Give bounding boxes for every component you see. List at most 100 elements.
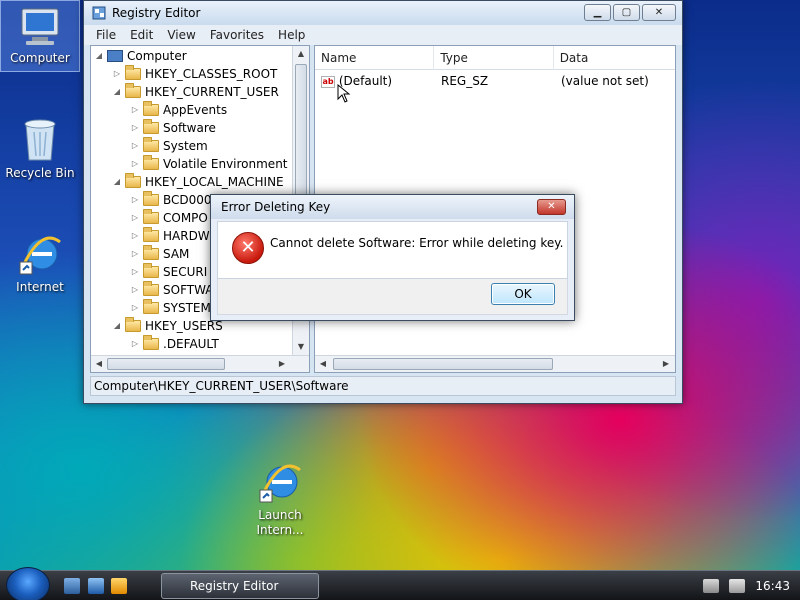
list-header: Name Type Data bbox=[315, 46, 675, 70]
expand-arrow-icon[interactable]: ▷ bbox=[129, 245, 141, 263]
expand-arrow-icon[interactable]: ◢ bbox=[111, 317, 123, 335]
internet-explorer-icon bbox=[259, 464, 301, 503]
scroll-thumb[interactable] bbox=[333, 358, 553, 370]
tree-item[interactable]: ▷ Software bbox=[129, 119, 216, 137]
expand-arrow-icon[interactable]: ▷ bbox=[129, 281, 141, 299]
scroll-thumb[interactable] bbox=[107, 358, 225, 370]
taskbar-item-registry-editor[interactable]: Registry Editor bbox=[161, 573, 319, 599]
clock[interactable]: 16:43 bbox=[755, 579, 790, 593]
scroll-right-arrow-icon[interactable]: ▶ bbox=[275, 357, 289, 371]
tree-item-label: Volatile Environment bbox=[163, 157, 288, 171]
computer-icon bbox=[107, 50, 123, 62]
tree-item[interactable]: ▷ SECURI bbox=[129, 263, 207, 281]
tree-item[interactable]: ▷ System bbox=[129, 137, 208, 155]
window-title: Registry Editor bbox=[112, 6, 201, 20]
tree-item[interactable]: ▷ HKEY_CLASSES_ROOT bbox=[111, 65, 277, 83]
tree-item[interactable]: ▷ .DEFAULT bbox=[129, 335, 219, 353]
window-titlebar[interactable]: Registry Editor ▁ ▢ ✕ bbox=[84, 1, 682, 25]
desktop-icon-label: Recycle Bin bbox=[5, 166, 75, 180]
expand-arrow-icon[interactable]: ▷ bbox=[129, 137, 141, 155]
tree-item-label: COMPO bbox=[163, 211, 208, 225]
menu-edit[interactable]: Edit bbox=[124, 28, 161, 42]
desktop-icon-label: Computer bbox=[10, 51, 70, 65]
expand-arrow-icon[interactable]: ◢ bbox=[111, 83, 123, 101]
column-type[interactable]: Type bbox=[434, 46, 554, 70]
tree-item[interactable]: ▷ BCD0000 bbox=[129, 191, 219, 209]
column-data[interactable]: Data bbox=[554, 46, 675, 70]
tree-horizontal-scrollbar[interactable]: ◀ ▶ bbox=[91, 355, 309, 372]
desktop-icon-launch-internet[interactable]: Launch Intern... bbox=[240, 460, 320, 538]
start-button[interactable] bbox=[6, 567, 50, 600]
expand-arrow-icon[interactable]: ▷ bbox=[129, 119, 141, 137]
folder-icon bbox=[143, 245, 159, 260]
dialog-message: Cannot delete Software: Error while dele… bbox=[270, 236, 564, 250]
expand-arrow-icon[interactable]: ▷ bbox=[129, 263, 141, 281]
scroll-right-arrow-icon[interactable]: ▶ bbox=[659, 357, 673, 371]
tree-item[interactable]: ◢ HKEY_CURRENT_USER bbox=[111, 83, 279, 101]
scroll-left-arrow-icon[interactable]: ◀ bbox=[92, 357, 106, 371]
folder-icon bbox=[143, 281, 159, 296]
expand-arrow-icon[interactable]: ◢ bbox=[93, 47, 105, 65]
maximize-button[interactable]: ▢ bbox=[613, 4, 640, 21]
scroll-up-arrow-icon[interactable]: ▲ bbox=[294, 47, 308, 61]
volume-muted-icon[interactable] bbox=[729, 579, 746, 593]
tree-item-label: HKEY_LOCAL_MACHINE bbox=[145, 175, 284, 189]
list-horizontal-scrollbar[interactable]: ◀ ▶ bbox=[315, 355, 675, 372]
expand-arrow-icon[interactable]: ▷ bbox=[129, 227, 141, 245]
tree-item[interactable]: ▷ SOFTWA bbox=[129, 281, 214, 299]
tree-item-label: HKEY_CURRENT_USER bbox=[145, 85, 279, 99]
folder-icon bbox=[143, 299, 159, 314]
expand-arrow-icon[interactable]: ▷ bbox=[129, 101, 141, 119]
tree-item[interactable]: ◢ Computer bbox=[93, 47, 187, 65]
expand-arrow-icon[interactable]: ▷ bbox=[129, 209, 141, 227]
menu-file[interactable]: File bbox=[90, 28, 124, 42]
tree-item[interactable]: ◢ HKEY_USERS bbox=[111, 317, 223, 335]
expand-arrow-icon[interactable]: ▷ bbox=[129, 335, 141, 353]
tree-item[interactable]: ▷ AppEvents bbox=[129, 101, 227, 119]
tree-item[interactable]: ▷ SAM bbox=[129, 245, 189, 263]
status-bar: Computer\HKEY_CURRENT_USER\Software bbox=[90, 376, 676, 396]
expand-arrow-icon[interactable]: ▷ bbox=[129, 191, 141, 209]
tree-item[interactable]: ▷ COMPO bbox=[129, 209, 208, 227]
column-name[interactable]: Name bbox=[315, 46, 435, 70]
expand-arrow-icon[interactable]: ▷ bbox=[111, 65, 123, 83]
string-value-icon: ab bbox=[321, 75, 335, 88]
mouse-cursor-icon bbox=[337, 84, 351, 103]
expand-arrow-icon[interactable]: ▷ bbox=[129, 155, 141, 173]
tree-item[interactable]: ▷ HARDW bbox=[129, 227, 210, 245]
list-item[interactable]: ab (Default) REG_SZ (value not set) bbox=[315, 72, 675, 90]
menu-view[interactable]: View bbox=[161, 28, 203, 42]
close-button[interactable]: ✕ bbox=[642, 4, 676, 21]
switch-windows-icon[interactable] bbox=[88, 578, 104, 594]
internet-explorer-icon bbox=[19, 236, 61, 275]
folder-icon bbox=[143, 101, 159, 116]
ok-button[interactable]: OK bbox=[491, 283, 555, 305]
tree-item-label: SECURI bbox=[163, 265, 208, 279]
expand-arrow-icon[interactable]: ▷ bbox=[129, 299, 141, 317]
value-type: REG_SZ bbox=[441, 74, 489, 88]
menu-favorites[interactable]: Favorites bbox=[204, 28, 272, 42]
show-desktop-icon[interactable] bbox=[64, 578, 80, 594]
dialog-title[interactable]: Error Deleting Key bbox=[211, 195, 574, 219]
desktop-icon-computer[interactable]: Computer bbox=[0, 0, 80, 72]
desktop-icon-internet[interactable]: Internet bbox=[0, 232, 80, 295]
dialog-close-button[interactable]: ✕ bbox=[537, 199, 566, 215]
scroll-down-arrow-icon[interactable]: ▼ bbox=[294, 340, 308, 354]
menu-bar: File Edit View Favorites Help bbox=[84, 25, 682, 45]
network-icon[interactable] bbox=[703, 579, 720, 593]
tree-item[interactable]: ◢ HKEY_LOCAL_MACHINE bbox=[111, 173, 284, 191]
folder-icon bbox=[143, 155, 159, 170]
media-player-icon[interactable] bbox=[111, 578, 127, 594]
desktop-icon-recycle-bin[interactable]: Recycle Bin bbox=[0, 116, 80, 181]
tree-item-label: SAM bbox=[163, 247, 190, 261]
minimize-button[interactable]: ▁ bbox=[584, 4, 611, 21]
folder-icon bbox=[143, 191, 159, 206]
taskbar: Registry Editor 16:43 bbox=[0, 567, 800, 600]
tree-item-label: HKEY_CLASSES_ROOT bbox=[145, 67, 278, 81]
expand-arrow-icon[interactable]: ◢ bbox=[111, 173, 123, 191]
scroll-left-arrow-icon[interactable]: ◀ bbox=[316, 357, 330, 371]
menu-help[interactable]: Help bbox=[272, 28, 313, 42]
tree-item[interactable]: ▷ Volatile Environment bbox=[129, 155, 288, 173]
desktop-icon-label: Internet bbox=[16, 280, 64, 294]
tree-item[interactable]: ▷ SYSTEM bbox=[129, 299, 211, 317]
